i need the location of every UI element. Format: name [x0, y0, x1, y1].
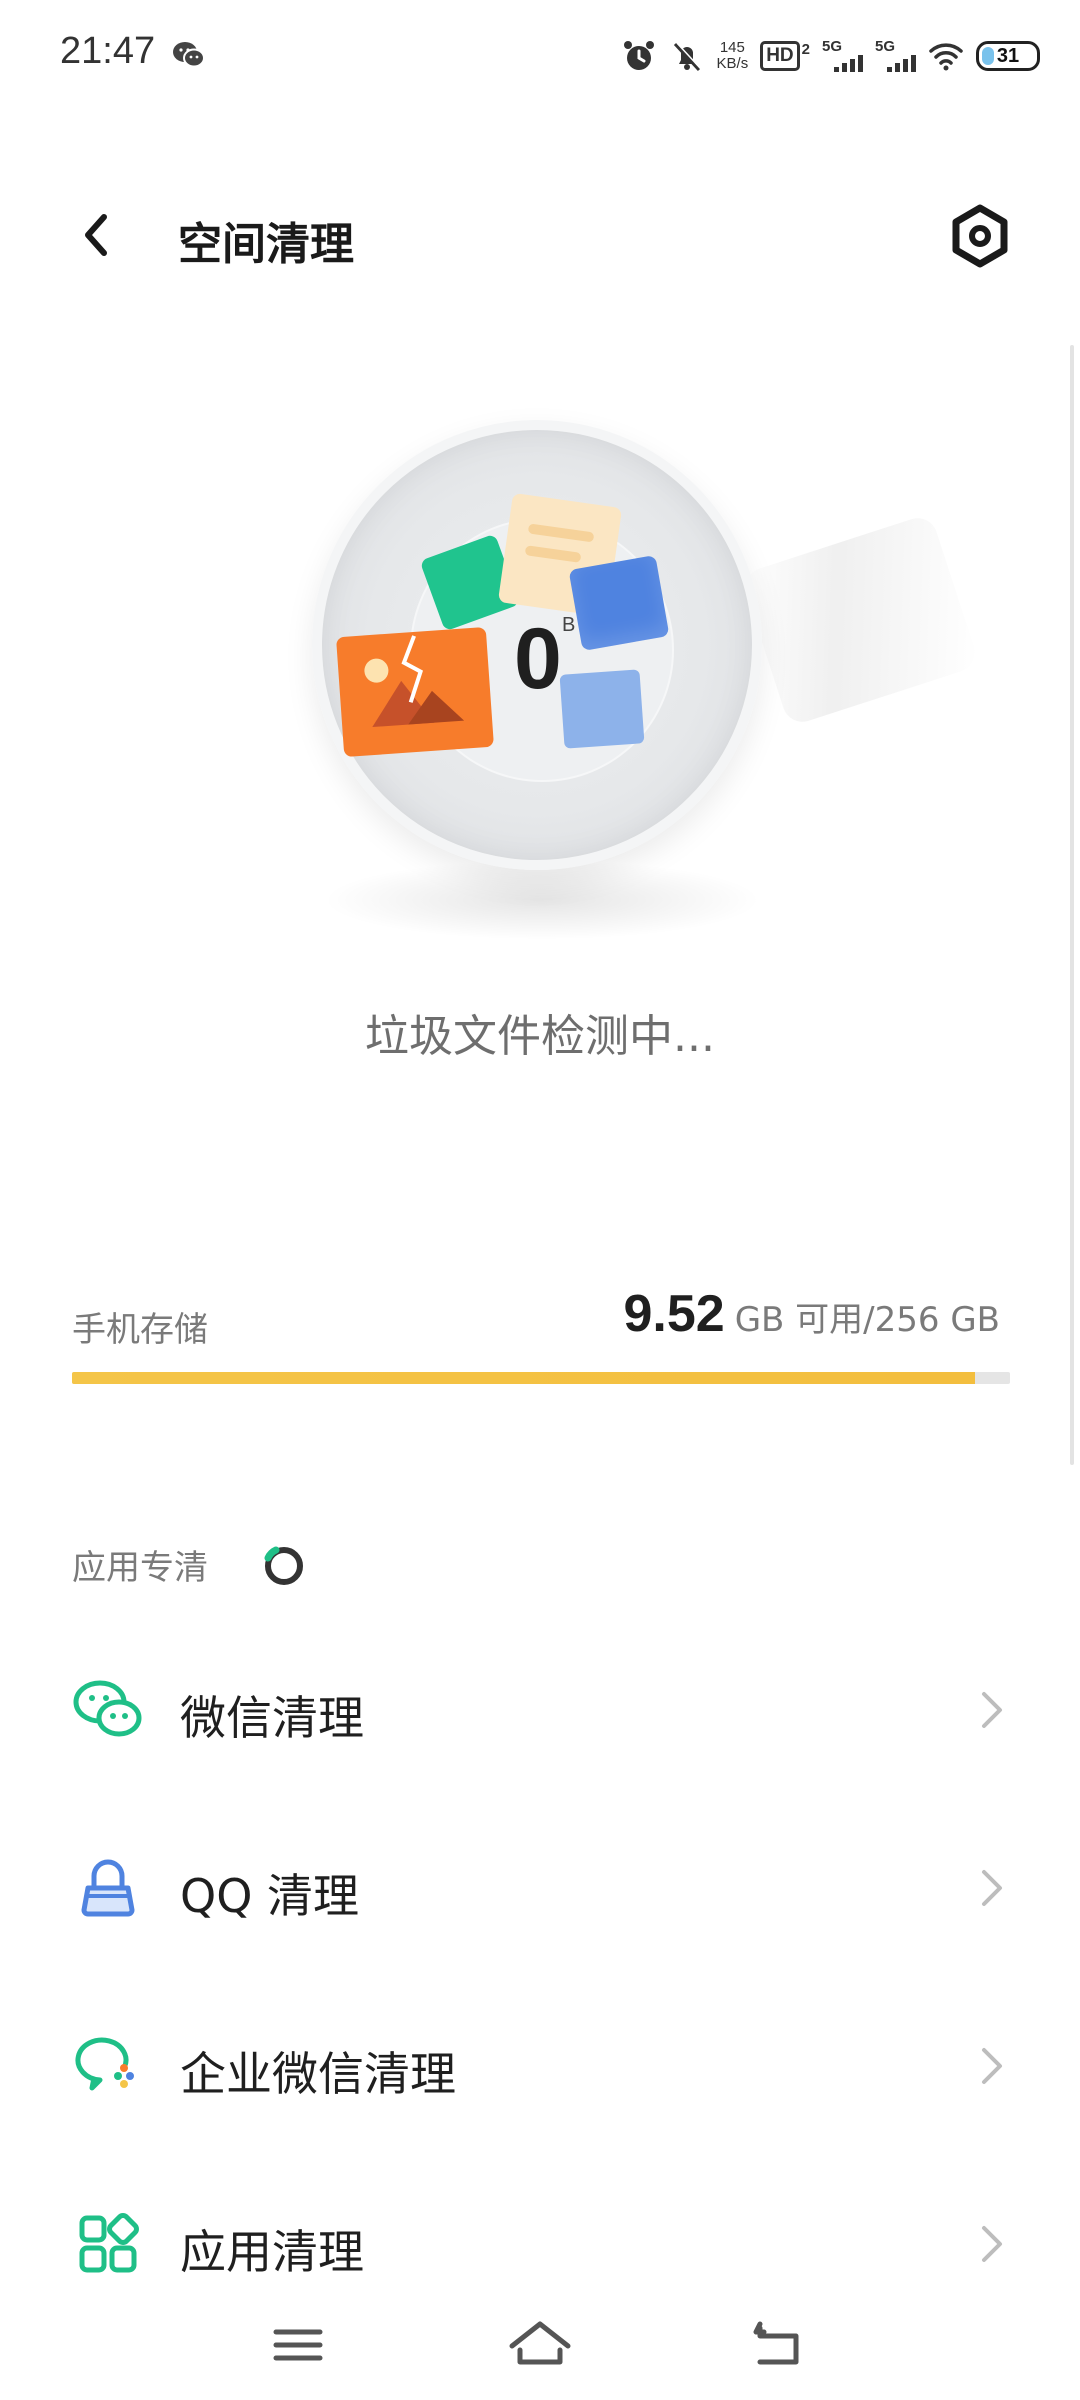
signal-bars-icon	[834, 54, 863, 72]
wechat-icon	[73, 1680, 142, 1737]
system-nav-bar	[0, 2300, 1080, 2400]
net-speed-value: 145	[719, 39, 745, 56]
qq-icon	[81, 1859, 135, 1917]
broken-image-icon	[335, 626, 495, 758]
bowl-shadow	[322, 860, 762, 940]
apps-grid-icon	[79, 2213, 139, 2273]
section-title: 应用专清	[72, 1548, 208, 1588]
wechat-notification-icon	[173, 42, 205, 68]
hd-voice-indicator: HD 2	[760, 41, 810, 71]
app-header: 空间清理	[0, 180, 1080, 290]
storage-label: 手机存储	[72, 1310, 208, 1350]
hd-sub: 2	[801, 41, 810, 58]
chevron-right-icon	[982, 1870, 1002, 1906]
list-item-label: 企业微信清理	[180, 2047, 456, 2101]
back-button[interactable]	[68, 205, 128, 265]
list-item-wecom-clean[interactable]: 企业微信清理	[0, 1976, 1080, 2156]
chevron-right-icon	[982, 1692, 1002, 1728]
status-bar: 21:47 145 KB/s HD 2 5G 5G 31	[0, 0, 1080, 110]
light-blue-file-card	[559, 669, 645, 749]
net-speed-unit: KB/s	[716, 55, 749, 72]
junk-size-value: 0	[514, 611, 562, 707]
settings-hex-icon[interactable]	[948, 204, 1012, 268]
chevron-right-icon	[982, 2048, 1002, 2084]
alarm-icon	[623, 41, 654, 70]
wecom-icon	[75, 2037, 134, 2091]
page-title: 空间清理	[178, 219, 354, 270]
storage-summary: 9.52 GB 可用/256 GB	[623, 1284, 1000, 1344]
hd-label: HD	[760, 41, 800, 71]
scan-illustration: 0 B	[0, 400, 1080, 960]
sim2-signal: 5G	[875, 38, 916, 72]
back-nav-icon[interactable]	[738, 2310, 818, 2380]
storage-available-unit: GB 可用/256 GB	[734, 1300, 1000, 1340]
mute-bell-icon	[673, 42, 702, 72]
signal-bars-icon	[887, 54, 916, 72]
storage-available-value: 9.52	[623, 1285, 725, 1343]
list-item-label: 应用清理	[180, 2225, 364, 2279]
storage-progress-fill	[72, 1372, 976, 1384]
scan-glow	[740, 513, 980, 727]
menu-icon[interactable]	[258, 2310, 338, 2380]
list-item-label: 微信清理	[180, 1691, 364, 1745]
wifi-icon	[929, 43, 963, 71]
list-item-label: QQ 清理	[180, 1869, 360, 1923]
battery-indicator: 31	[976, 41, 1040, 71]
status-time: 21:47	[60, 30, 156, 72]
sim2-label: 5G	[875, 38, 896, 55]
sim1-label: 5G	[822, 38, 843, 55]
chevron-right-icon	[982, 2226, 1002, 2262]
home-icon[interactable]	[500, 2310, 580, 2380]
loading-spinner-icon	[264, 1546, 303, 1585]
blue-file-card	[568, 554, 670, 652]
storage-progress-bar	[72, 1372, 1010, 1384]
scan-status-text: 垃圾文件检测中...	[365, 1011, 715, 1062]
list-item-wechat-clean[interactable]: 微信清理	[0, 1620, 1080, 1800]
battery-level: 31	[996, 44, 1020, 67]
sim1-signal: 5G	[822, 38, 863, 72]
junk-size-unit: B	[562, 614, 576, 636]
net-speed: 145 KB/s	[717, 40, 749, 72]
list-item-qq-clean[interactable]: QQ 清理	[0, 1798, 1080, 1978]
